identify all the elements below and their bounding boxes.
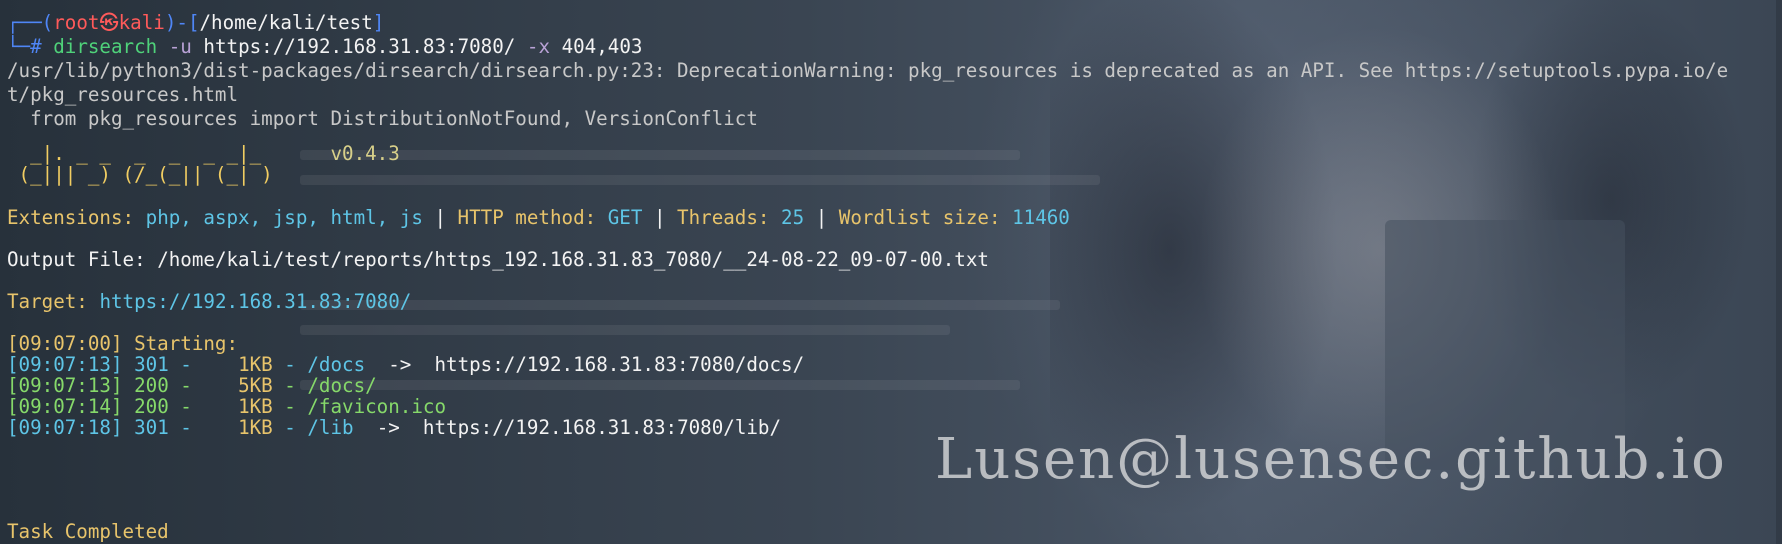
prompt-host: kali — [118, 11, 165, 34]
command-binary: dirsearch — [53, 35, 158, 58]
dirsearch-banner-row2: (_||| _) (/_(_|| (_| ) — [7, 163, 273, 186]
output-file-path: /home/kali/test/reports/https_192.168.31… — [157, 248, 989, 271]
prompt-open: ┌──( — [7, 11, 54, 34]
prompt-bracket-close: ] — [372, 11, 385, 34]
result-separator: - — [272, 395, 308, 418]
wordlist-label: Wordlist size: — [838, 206, 1001, 229]
config-line: Extensions: php, aspx, jsp, html, js | H… — [7, 206, 1070, 230]
prompt-hash: └─# — [7, 35, 42, 58]
result-status: 200 — [134, 374, 169, 397]
result-status: 301 — [134, 353, 169, 376]
result-time: [09:07:14] — [7, 395, 123, 418]
method-value: GET — [607, 206, 643, 229]
result-separator: - — [168, 395, 204, 418]
banner-art-top: _|. _ _ _ _ _ _|_ — [7, 142, 262, 165]
output-file-label: Output File: — [7, 248, 146, 271]
threads-label: Threads: — [677, 206, 770, 229]
warning-line: /usr/lib/python3/dist-packages/dirsearch… — [7, 59, 1729, 82]
config-separator: | — [804, 206, 839, 229]
result-redirect: https://192.168.31.83:7080/lib/ — [422, 416, 782, 439]
result-time: [09:07:13] — [7, 374, 123, 397]
result-path: /docs/ — [307, 374, 377, 397]
threads-value: 25 — [781, 206, 805, 229]
result-row[interactable]: [09:07:18] 301 - 1KB - /lib -> https://1… — [7, 416, 781, 440]
result-separator: - — [272, 416, 308, 439]
result-time: [09:07:13] — [7, 353, 123, 376]
output-file-line: Output File: /home/kali/test/reports/htt… — [7, 248, 989, 272]
result-status: 200 — [134, 395, 169, 418]
result-path: /favicon.ico — [307, 395, 446, 418]
result-status: 301 — [134, 416, 169, 439]
warning-line-wrap: t/pkg_resources.html — [7, 83, 239, 106]
redirect-arrow: -> — [376, 416, 400, 439]
redirect-arrow: -> — [388, 353, 412, 376]
result-separator: - — [272, 374, 308, 397]
result-separator: - — [272, 353, 308, 376]
wordlist-value: 11460 — [1012, 206, 1070, 229]
prompt-path: /home/kali/test — [199, 11, 373, 34]
terminal-edge — [1776, 0, 1782, 544]
target-label: Target: — [7, 290, 88, 313]
command-flag-x: -x — [526, 35, 550, 58]
task-completed-line: Task Completed — [7, 520, 169, 543]
result-separator: - — [168, 416, 204, 439]
command-flag-u: -u — [168, 35, 192, 58]
prompt-at-symbol: ㉿ — [99, 11, 119, 34]
result-path: /lib — [307, 416, 354, 439]
config-separator: | — [422, 206, 458, 229]
extensions-label: Extensions: — [7, 206, 135, 229]
result-size: 1KB — [238, 353, 273, 376]
prompt-user: root — [53, 11, 100, 34]
result-redirect: https://192.168.31.83:7080/docs/ — [434, 353, 805, 376]
target-line: Target: https://192.168.31.83:7080/ — [7, 290, 411, 314]
result-path: /docs — [307, 353, 366, 376]
version-label: v0.4.3 — [330, 142, 400, 165]
config-separator: | — [642, 206, 678, 229]
result-separator: - — [168, 374, 204, 397]
extensions-value: php, aspx, jsp, html, js — [145, 206, 423, 229]
result-time: [09:07:18] — [7, 416, 123, 439]
command-line[interactable]: └─# dirsearch -u https://192.168.31.83:7… — [7, 35, 642, 59]
method-label: HTTP method: — [457, 206, 597, 229]
command-exclude-codes: 404,403 — [561, 35, 643, 58]
target-url: https://192.168.31.83:7080/ — [99, 290, 412, 313]
result-separator: - — [168, 353, 204, 376]
prompt-line: ┌──(root㉿kali)-[/home/kali/test] — [7, 11, 384, 35]
result-size: 5KB — [238, 374, 273, 397]
prompt-bracket: )-[ — [164, 11, 200, 34]
result-size: 1KB — [238, 416, 273, 439]
warning-import-line: from pkg_resources import DistributionNo… — [7, 107, 758, 130]
result-size: 1KB — [238, 395, 273, 418]
command-url: https://192.168.31.83:7080/ — [203, 35, 516, 58]
watermark-text: Lusen@lusensec.github.io — [935, 427, 1727, 492]
